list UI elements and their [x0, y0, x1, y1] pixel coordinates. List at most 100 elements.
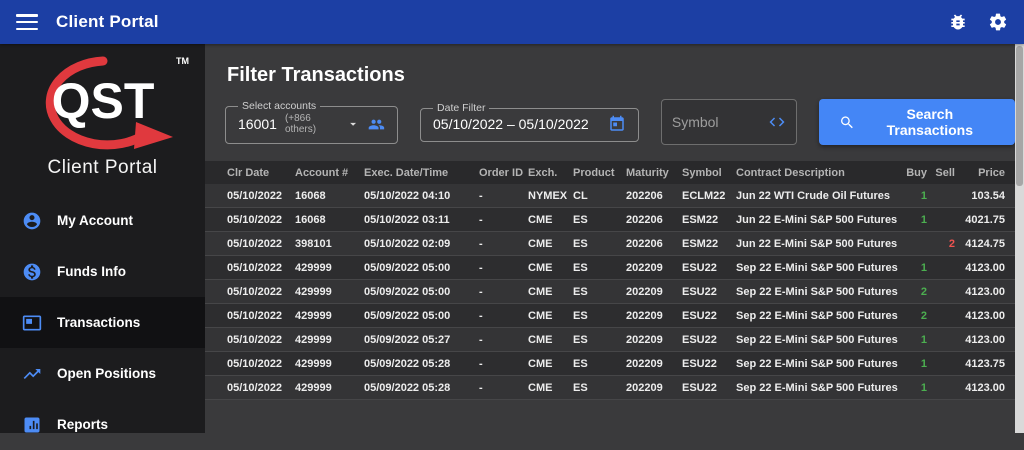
- col-maturity: Maturity: [626, 166, 669, 179]
- cell-symbol: ESM22: [682, 213, 719, 226]
- col-symbol: Symbol: [682, 166, 722, 179]
- cell-exch: CME: [528, 381, 553, 394]
- main-content: Filter Transactions Select accounts 1600…: [205, 44, 1015, 433]
- table-body: 05/10/2022 16068 05/10/2022 04:10 - NYME…: [205, 184, 1015, 400]
- sidebar-item-transactions[interactable]: Transactions: [0, 297, 205, 348]
- cell-product: ES: [573, 261, 588, 274]
- cell-clr-date: 05/10/2022: [227, 309, 283, 322]
- cell-order-id: -: [479, 261, 483, 274]
- cell-clr-date: 05/10/2022: [227, 261, 283, 274]
- logo-caption: Client Portal: [47, 157, 158, 178]
- accounts-select-value: 16001: [238, 116, 277, 132]
- cell-account: 398101: [295, 237, 332, 250]
- cell-account: 429999: [295, 261, 332, 274]
- sidebar-item-reports[interactable]: Reports: [0, 399, 205, 450]
- cell-clr-date: 05/10/2022: [227, 213, 283, 226]
- cell-account: 429999: [295, 381, 332, 394]
- cell-maturity: 202209: [626, 357, 663, 370]
- cell-product: ES: [573, 237, 588, 250]
- sidebar-item-my-account[interactable]: My Account: [0, 195, 205, 246]
- vertical-scrollbar[interactable]: [1015, 44, 1024, 433]
- scrollbar-thumb[interactable]: [1016, 46, 1023, 186]
- date-filter[interactable]: Date Filter 05/10/2022 – 05/10/2022: [420, 102, 639, 142]
- cell-exch: NYMEX: [528, 189, 568, 202]
- cell-exch: CME: [528, 309, 553, 322]
- col-clr-date: Clr Date: [227, 166, 270, 179]
- cell-maturity: 202206: [626, 189, 663, 202]
- cell-clr-date: 05/10/2022: [227, 333, 283, 346]
- cell-symbol: ESU22: [682, 285, 717, 298]
- cell-clr-date: 05/10/2022: [227, 381, 283, 394]
- cell-product: ES: [573, 357, 588, 370]
- cell-product: ES: [573, 381, 588, 394]
- cell-order-id: -: [479, 309, 483, 322]
- cell-symbol: ESU22: [682, 261, 717, 274]
- cell-buy: 1: [920, 261, 927, 274]
- cell-exec-datetime: 05/10/2022 04:10: [364, 189, 451, 202]
- search-icon: [841, 115, 854, 128]
- cell-order-id: -: [479, 333, 483, 346]
- cell-maturity: 202206: [626, 213, 663, 226]
- cell-exec-datetime: 05/09/2022 05:28: [364, 357, 451, 370]
- funds-icon: [23, 263, 41, 280]
- col-exec-datetime: Exec. Date/Time: [364, 166, 449, 179]
- cell-contract-description: Jun 22 E-Mini S&P 500 Futures: [736, 237, 898, 250]
- cell-sell: 2: [948, 237, 955, 250]
- cell-exec-datetime: 05/09/2022 05:00: [364, 285, 451, 298]
- col-order-id: Order ID: [479, 166, 524, 179]
- symbol-input[interactable]: [671, 114, 764, 130]
- sidebar-item-funds-info[interactable]: Funds Info: [0, 246, 205, 297]
- col-contract-description: Contract Description: [736, 166, 845, 179]
- cell-account: 429999: [295, 357, 332, 370]
- account-icon: [23, 212, 41, 229]
- cell-contract-description: Sep 22 E-Mini S&P 500 Futures: [736, 381, 898, 394]
- cell-order-id: -: [479, 381, 483, 394]
- cell-maturity: 202209: [626, 309, 663, 322]
- reports-icon: [24, 417, 40, 432]
- cell-symbol: ESU22: [682, 381, 717, 394]
- debug-icon[interactable]: [948, 12, 968, 32]
- settings-gear-icon[interactable]: [988, 12, 1008, 32]
- page-title: Filter Transactions: [227, 64, 405, 86]
- sidebar: QST TM Client Portal My Account Funds In…: [0, 44, 205, 433]
- table-row: 05/10/2022 429999 05/09/2022 05:28 - CME…: [205, 352, 1015, 376]
- cell-clr-date: 05/10/2022: [227, 237, 283, 250]
- cell-exch: CME: [528, 237, 553, 250]
- cell-product: ES: [573, 333, 588, 346]
- cell-price: 4123.00: [965, 285, 1005, 298]
- cell-exec-datetime: 05/09/2022 05:00: [364, 309, 451, 322]
- cell-buy: 1: [920, 189, 927, 202]
- cell-account: 16068: [295, 213, 326, 226]
- sidebar-nav: My Account Funds Info Transactions Open …: [0, 195, 205, 450]
- cell-maturity: 202209: [626, 261, 663, 274]
- cell-buy: 1: [920, 213, 927, 226]
- accounts-select[interactable]: Select accounts 16001 (+866 others): [225, 100, 399, 144]
- cell-product: ES: [573, 213, 588, 226]
- cell-maturity: 202206: [626, 237, 663, 250]
- cell-buy: 1: [920, 381, 927, 394]
- logo-text: QST: [51, 73, 154, 129]
- sidebar-item-open-positions[interactable]: Open Positions: [0, 348, 205, 399]
- cell-exch: CME: [528, 333, 553, 346]
- cell-contract-description: Sep 22 E-Mini S&P 500 Futures: [736, 357, 898, 370]
- calendar-icon[interactable]: [608, 115, 626, 133]
- sidebar-item-label: Transactions: [57, 315, 141, 330]
- cell-symbol: ESU22: [682, 333, 717, 346]
- cell-order-id: -: [479, 357, 483, 370]
- cell-contract-description: Sep 22 E-Mini S&P 500 Futures: [736, 309, 898, 322]
- cell-clr-date: 05/10/2022: [227, 357, 283, 370]
- table-row: 05/10/2022 398101 05/10/2022 02:09 - CME…: [205, 232, 1015, 256]
- app-title: Client Portal: [56, 12, 159, 31]
- menu-icon[interactable]: [16, 14, 38, 30]
- cell-symbol: ECLM22: [682, 189, 726, 202]
- cell-account: 429999: [295, 285, 332, 298]
- table-row: 05/10/2022 429999 05/09/2022 05:00 - CME…: [205, 304, 1015, 328]
- cell-maturity: 202209: [626, 333, 663, 346]
- transactions-table: Clr Date Account # Exec. Date/Time Order…: [205, 161, 1015, 400]
- cell-contract-description: Jun 22 WTI Crude Oil Futures: [736, 189, 891, 202]
- search-transactions-button[interactable]: Search Transactions: [819, 99, 1015, 145]
- cell-price: 4123.00: [965, 333, 1005, 346]
- symbol-field-wrap: [660, 99, 798, 145]
- cell-order-id: -: [479, 285, 483, 298]
- cell-maturity: 202209: [626, 285, 663, 298]
